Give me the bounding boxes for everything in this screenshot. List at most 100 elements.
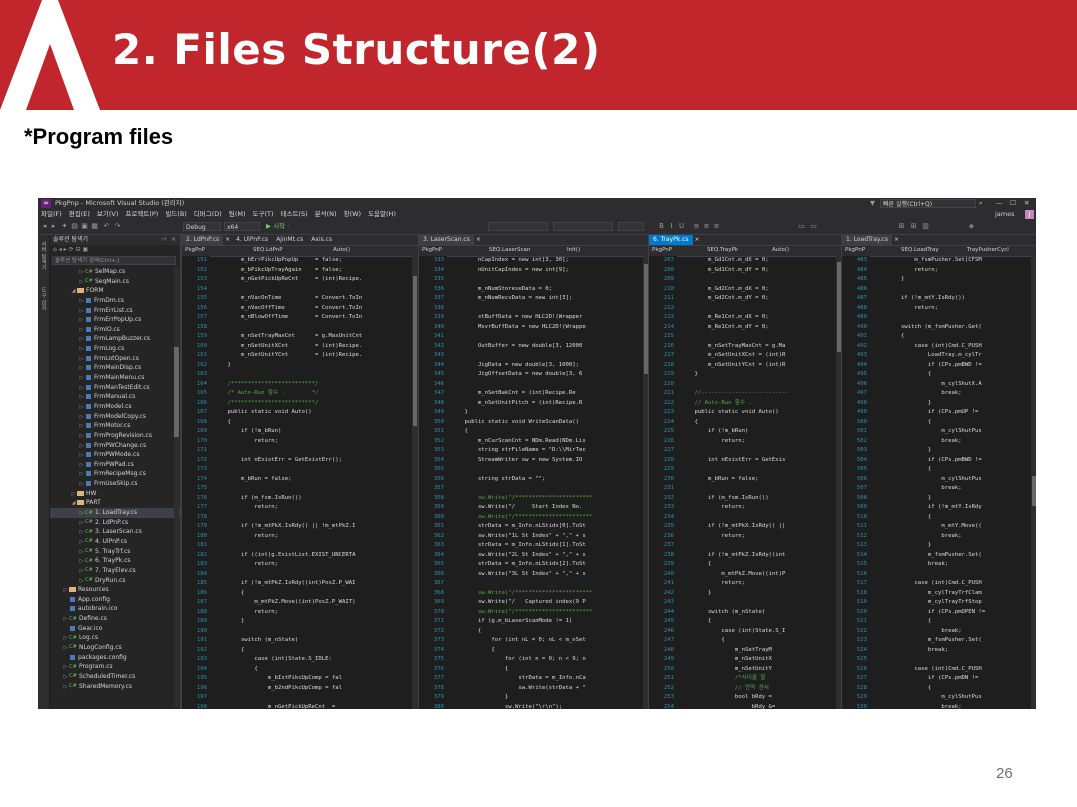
close-tab-icon[interactable]: × (892, 235, 901, 245)
undo-icon[interactable]: ↶ (103, 223, 110, 230)
maximize-icon[interactable]: ☐ (1010, 199, 1016, 208)
tree-item[interactable]: ▷ FrmModelCopy.cs (50, 412, 180, 422)
quick-launch-input[interactable]: 빠른 실행(Ctrl+Q) (880, 199, 976, 208)
tree-item[interactable]: ▷ FrmMotor.cs (50, 421, 180, 431)
underline-icon[interactable]: U (678, 223, 685, 230)
filter-icon[interactable]: ▼ (870, 199, 875, 208)
tree-item[interactable]: ▷ FrmMainMenu.cs (50, 373, 180, 383)
editor-tab[interactable]: 4. UlPnP.cs (232, 235, 272, 245)
tree-item[interactable]: ▷ FrmIO.cs (50, 325, 180, 335)
navigation-dropdown[interactable]: SEQ.TrayPk (704, 246, 769, 255)
menu-item[interactable]: 보기(V) (97, 210, 118, 219)
editor-scrollbar-thumb[interactable] (1032, 476, 1036, 506)
editor-scrollbar[interactable] (1031, 256, 1036, 709)
menu-item[interactable]: 창(W) (344, 210, 361, 219)
tree-item[interactable]: ▷ C# ScheduledTimer.cs (50, 672, 180, 682)
editor-tab[interactable]: 6. TrayPk.cs (649, 235, 693, 245)
source-text[interactable]: m_Gd1Cnt.m_dX = 0; m_Gd1Cnt.m_dY = 0; m_… (681, 256, 842, 709)
bold-icon[interactable]: B (658, 223, 665, 230)
tree-item[interactable]: ▷ FrmErrList.cs (50, 306, 180, 316)
menu-item[interactable]: 파일(F) (41, 210, 62, 219)
tree-item[interactable]: ▷ C# NLogConfig.cs (50, 643, 180, 653)
forward-icon[interactable]: ▸ (64, 246, 67, 253)
menu-item[interactable]: 프로젝트(P) (125, 210, 158, 219)
editor-tab[interactable]: 3. LaserScan.cs (419, 235, 474, 245)
menu-item[interactable]: 팀(M) (229, 210, 246, 219)
solution-scrollbar-thumb[interactable] (174, 347, 179, 437)
toolbox-tab[interactable]: 도구 상자 (39, 287, 47, 311)
start-button[interactable]: ▶ 시작 · (266, 222, 289, 231)
align-right-icon[interactable]: ≡ (713, 223, 720, 230)
save-all-icon[interactable]: ▦ (91, 223, 98, 230)
properties-icon[interactable]: ▣ (83, 246, 89, 253)
toolbar-combo-3[interactable] (618, 222, 644, 231)
tree-item[interactable]: ▷ FrmManual.cs (50, 392, 180, 402)
avatar[interactable]: J (1025, 210, 1034, 219)
tree-item[interactable]: ▷ C# 5. TrayTrf.cs (50, 547, 180, 557)
tree-item[interactable]: ▷ C# Log.cs (50, 633, 180, 643)
align-left-icon[interactable]: ≡ (693, 223, 700, 230)
navigation-dropdown[interactable]: SEQ.LaserScan (486, 246, 564, 255)
tree-item[interactable]: ▷ C# SharedMemory.cs (50, 682, 180, 692)
back-icon[interactable]: ◂ (41, 223, 48, 230)
toolbar-combo-2[interactable] (553, 222, 613, 231)
back-icon[interactable]: ◂ (59, 246, 62, 253)
code-editor[interactable]: 483 484 485 486 487 488 489 490 491 492 493 494 495 4… (842, 256, 1036, 709)
tree-item[interactable]: ▷ FrmPWChange.cs (50, 441, 180, 451)
navigation-dropdown[interactable]: PkgPnP (649, 246, 704, 255)
tree-item[interactable]: ◢ FORM (50, 286, 180, 296)
navigation-dropdown[interactable]: SEQ.LdPnP (250, 246, 330, 255)
solution-scrollbar[interactable] (174, 267, 179, 707)
tree-item[interactable]: ▷ C# 6. TrayPk.cs (50, 556, 180, 566)
code-editor[interactable]: 207 208 209 210 211 212 213 214 215 216 217 218 219 2… (649, 256, 842, 709)
solution-explorer-tab[interactable]: 솔루션 탐색기 ⊣ × (50, 235, 180, 245)
align-center-icon[interactable]: ≡ (703, 223, 710, 230)
minimize-icon[interactable]: — (996, 199, 1003, 208)
navigation-dropdown[interactable]: SEQ.LoadTray (898, 246, 964, 255)
uncomment-icon[interactable]: ▭ (810, 223, 817, 230)
user-name[interactable]: james (995, 210, 1015, 219)
navigation-dropdown[interactable]: Auto() (769, 246, 834, 255)
menu-item[interactable]: 편집(E) (69, 210, 90, 219)
tree-item[interactable]: ▷ FrmManTestEdit.cs (50, 383, 180, 393)
tree-item[interactable]: ▷ FrmLampBuzzer.cs (50, 334, 180, 344)
tree-item[interactable]: ▷ FrmPWPad.cs (50, 460, 180, 470)
pin-icon[interactable]: ⊣ (161, 235, 166, 245)
tree-item[interactable]: ▷ C# 4. UlPnP.cs (50, 537, 180, 547)
tree-item[interactable]: App.config (50, 595, 180, 605)
chart-icon[interactable]: ▥ (922, 223, 929, 230)
tree-item[interactable]: ▷ C# 2. LdPnP.cs (50, 518, 180, 528)
close-tab-icon[interactable]: × (223, 235, 232, 245)
tree-item[interactable]: ▷ FrmUseSkip.cs (50, 479, 180, 489)
tree-item[interactable]: ▷ C# SeqMain.cs (50, 277, 180, 287)
tree-item[interactable]: autobrain.ico (50, 604, 180, 614)
sync-icon[interactable]: ⟳ (69, 246, 74, 253)
tree-item[interactable]: ▷ FrmModel.cs (50, 402, 180, 412)
navigation-dropdown[interactable]: TrayPusherCycl (964, 246, 1030, 255)
editor-tab[interactable]: Axis.cs (307, 235, 336, 245)
format-icon[interactable]: ◈ (968, 223, 975, 230)
server-explorer-tab[interactable]: 서버 탐색기 (39, 241, 47, 270)
navigation-dropdown[interactable]: PkgPnP (419, 246, 486, 255)
tree-item[interactable]: ▷ FrmPWMode.cs (50, 450, 180, 460)
tree-item[interactable]: ▷ FrmLotOpen.cs (50, 354, 180, 364)
close-icon[interactable]: ✕ (1024, 199, 1029, 208)
configuration-select[interactable]: Debug (183, 222, 221, 231)
tree-item[interactable]: ▷ C# 7. TrayElev.cs (50, 566, 180, 576)
tree-item[interactable]: ▷ C# SelMap.cs (50, 267, 180, 277)
tree-item[interactable]: ▷ C# Define.cs (50, 614, 180, 624)
open-icon[interactable]: ▤ (71, 223, 78, 230)
toolbar-combo-1[interactable] (488, 222, 548, 231)
menu-item[interactable]: 테스트(S) (281, 210, 308, 219)
tree-item[interactable]: ▷ C# 1. LoadTray.cs (50, 508, 180, 518)
menu-item[interactable]: 디버그(D) (194, 210, 222, 219)
tree-item[interactable]: ▷ FrmRecipeMsg.cs (50, 469, 180, 479)
forward-icon[interactable]: ▸ (50, 223, 57, 230)
editor-tab[interactable]: AjinMt.cs (272, 235, 307, 245)
navigation-dropdown[interactable]: PkgPnP (842, 246, 898, 255)
solution-search-input[interactable]: 솔루션 탐색기 검색(Ctrl+;) (52, 256, 176, 265)
editor-scrollbar-thumb[interactable] (413, 276, 417, 426)
platform-select[interactable]: x64 (224, 222, 260, 231)
home-icon[interactable]: ⌂ (53, 246, 57, 253)
new-project-icon[interactable]: ✦ (61, 223, 68, 230)
